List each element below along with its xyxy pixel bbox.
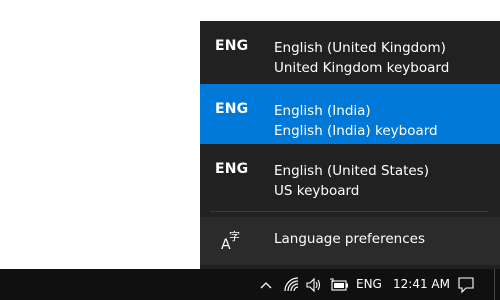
chevron-up-icon[interactable]	[258, 276, 274, 294]
battery-icon[interactable]	[329, 276, 349, 294]
language-code: ENG	[215, 161, 249, 177]
language-details: English (United Kingdom) United Kingdom …	[274, 38, 449, 78]
volume-icon[interactable]	[305, 276, 323, 294]
language-item-en-in[interactable]: ENG English (India) English (India) keyb…	[200, 84, 500, 144]
language-item-en-gb[interactable]: ENG English (United Kingdom) United King…	[200, 21, 500, 81]
language-code: ENG	[215, 101, 249, 117]
divider	[210, 211, 488, 212]
keyboard-name: United Kingdom keyboard	[274, 60, 450, 76]
input-indicator[interactable]: ENG	[356, 277, 382, 291]
wifi-icon[interactable]	[283, 276, 299, 294]
language-settings-icon: A 字	[221, 229, 240, 251]
language-name: English (India)	[274, 103, 371, 119]
language-details: English (United States) US keyboard	[274, 161, 429, 201]
language-item-en-us[interactable]: ENG English (United States) US keyboard	[200, 144, 500, 204]
language-code: ENG	[215, 38, 249, 54]
language-details: English (India) English (India) keyboard	[274, 101, 438, 141]
language-preferences-label: Language preferences	[274, 231, 425, 247]
language-name: English (United States)	[274, 163, 429, 179]
notification-icon[interactable]	[457, 276, 475, 294]
language-flyout: ENG English (United Kingdom) United King…	[200, 21, 500, 269]
keyboard-name: English (India) keyboard	[274, 123, 438, 139]
language-preferences-link[interactable]: A 字 Language preferences	[200, 217, 500, 265]
svg-text:字: 字	[229, 229, 240, 243]
keyboard-name: US keyboard	[274, 183, 360, 199]
language-name: English (United Kingdom)	[274, 40, 446, 56]
show-desktop-button[interactable]	[494, 269, 500, 300]
taskbar: ENG 12:41 AM	[0, 269, 500, 300]
clock[interactable]: 12:41 AM	[393, 277, 450, 291]
